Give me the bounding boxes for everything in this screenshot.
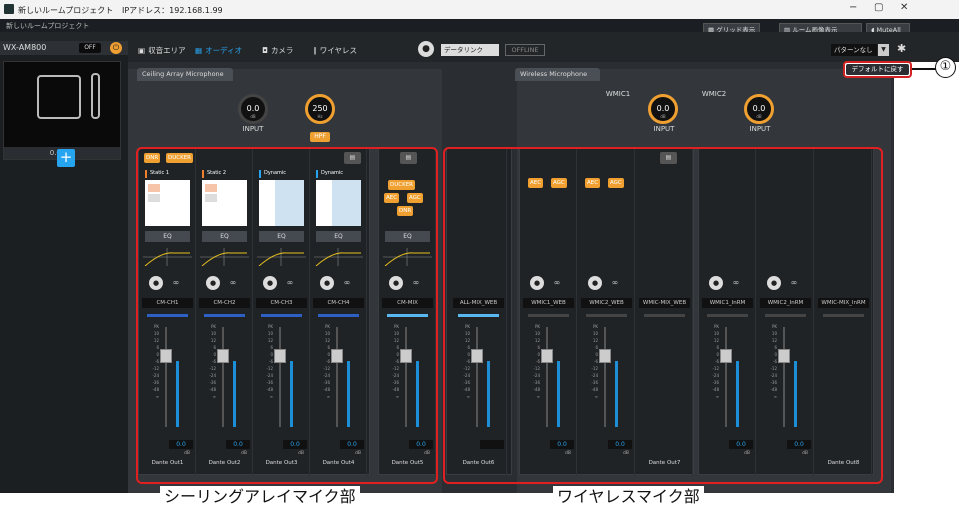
- chevron-down-icon[interactable]: ▼: [878, 44, 889, 56]
- tab-audio-label: オーディオ: [205, 46, 243, 55]
- datalink-button[interactable]: データリンク: [441, 44, 499, 56]
- wmic1-input-label: INPUT: [653, 125, 675, 133]
- maximize-button[interactable]: ▢: [874, 2, 883, 13]
- device-card[interactable]: 0.0.0.0: [3, 61, 121, 160]
- minimize-button[interactable]: −: [849, 2, 857, 13]
- wmic2-knob[interactable]: 0.0 dB: [744, 94, 774, 124]
- wmic2-unit: dB: [756, 114, 762, 119]
- hpf-button[interactable]: HPF: [310, 132, 330, 142]
- device-name: WX-AM800: [3, 43, 47, 52]
- callout-line: [912, 68, 936, 70]
- power-off-toggle[interactable]: OFF: [79, 43, 101, 53]
- ceiling-title: Ceiling Array Microphone: [137, 68, 233, 81]
- title-bar: 新しいルームプロジェクト IPアドレス：192.168.1.99 − ▢ ✕: [0, 0, 959, 19]
- ceiling-section-label: シーリングアレイマイク部: [160, 486, 360, 508]
- default-button[interactable]: デフォルトに戻す: [843, 61, 912, 78]
- audio-icon: ▦: [195, 46, 203, 55]
- datalink-label: データリンク: [444, 46, 483, 54]
- wmic1-value: 0.0: [656, 104, 670, 113]
- offline-status: OFFLINE: [505, 44, 545, 56]
- tab-camera[interactable]: ◘ カメラ: [262, 45, 293, 57]
- tab-area-label: 収音エリア: [148, 46, 186, 55]
- gear-icon[interactable]: ✱: [897, 42, 906, 55]
- ceiling-frame: [136, 147, 438, 484]
- wireless-frame: [443, 147, 883, 484]
- add-device-button[interactable]: +: [57, 149, 75, 167]
- input-value: 0.0: [246, 104, 260, 113]
- mic-button[interactable]: ●: [418, 41, 434, 57]
- area-icon: ▣: [138, 46, 146, 55]
- device-row[interactable]: WX-AM800 OFF ⏻: [0, 41, 128, 55]
- hpf-unit: Hz: [317, 114, 323, 119]
- device-panel: WX-AM800 OFF ⏻ 0.0.0.0 +: [0, 41, 128, 493]
- wmic1-unit: dB: [660, 114, 666, 119]
- tab-wireless[interactable]: ∥ ワイヤレス: [313, 45, 357, 57]
- wireless-section-label: ワイヤレスマイク部: [553, 486, 704, 508]
- hpf-value: 250: [312, 104, 328, 113]
- input-knob[interactable]: 0.0 dB: [238, 94, 268, 124]
- close-button[interactable]: ✕: [900, 2, 908, 13]
- wireless-title: Wireless Microphone: [515, 68, 600, 81]
- tab-camera-label: カメラ: [270, 46, 294, 55]
- wmic2-value: 0.0: [752, 104, 766, 113]
- pattern-select[interactable]: パターンなし: [831, 44, 877, 56]
- wmic2-label: WMIC2: [701, 90, 727, 98]
- wireless-icon: ∥: [313, 46, 317, 55]
- wmic1-knob[interactable]: 0.0 dB: [648, 94, 678, 124]
- app-icon: [4, 4, 14, 14]
- wireless-mic-icon: [91, 73, 100, 119]
- tab-wireless-label: ワイヤレス: [319, 46, 358, 55]
- array-mic-icon: [37, 75, 81, 119]
- hpf-knob[interactable]: 250 Hz: [305, 94, 335, 124]
- wmic2-input-label: INPUT: [749, 125, 771, 133]
- project-name: 新しいルームプロジェクト: [6, 22, 90, 30]
- app-title: 新しいルームプロジェクト: [18, 6, 114, 15]
- camera-icon: ◘: [262, 46, 268, 55]
- tab-audio[interactable]: ▦ オーディオ: [195, 45, 242, 57]
- input-unit: dB: [250, 114, 256, 119]
- ip-address: IPアドレス：192.168.1.99: [122, 6, 223, 15]
- wmic1-label: WMIC1: [605, 90, 631, 98]
- callout-number: ①: [935, 57, 956, 78]
- input-label: INPUT: [242, 125, 264, 133]
- power-icon[interactable]: ⏻: [110, 42, 122, 54]
- tab-area[interactable]: ▣ 収音エリア: [138, 45, 186, 57]
- default-button-label: デフォルトに戻す: [846, 64, 909, 75]
